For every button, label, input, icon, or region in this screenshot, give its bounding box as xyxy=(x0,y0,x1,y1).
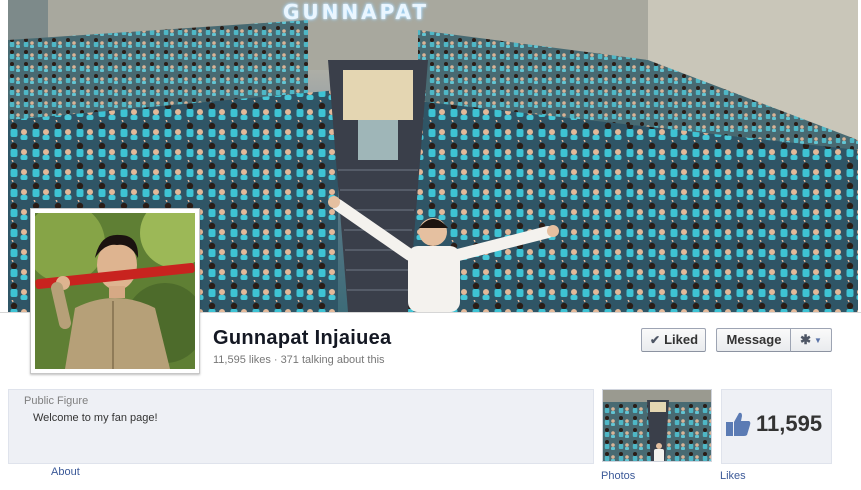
likes-tile-count: 11,595 xyxy=(756,411,823,436)
page-info-box xyxy=(8,389,594,464)
gear-icon: ✱ xyxy=(800,332,811,347)
page-title: Gunnapat Injaiuea xyxy=(213,327,392,349)
cover-sign-text: GUNNAPAT xyxy=(283,0,430,24)
page-stats: 11,595 likes · 371 talking about this xyxy=(213,354,385,366)
liked-button-label: Liked xyxy=(664,332,699,347)
thumbs-up-icon xyxy=(726,412,751,436)
about-link[interactable]: About xyxy=(51,466,80,478)
settings-dropdown-button[interactable]: ✱ ▼ xyxy=(790,328,832,352)
likes-count-text: 11,595 likes xyxy=(213,354,271,366)
page-category: Public Figure xyxy=(24,395,89,407)
photos-thumbnail-illustration xyxy=(603,390,711,461)
check-icon: ✔ xyxy=(650,333,661,347)
message-button[interactable]: Message xyxy=(716,328,791,352)
page-description: Welcome to my fan page! xyxy=(33,412,158,424)
facebook-page: GUNNAPAT Gunnapat Injaiuea 11,595 likes … xyxy=(0,0,861,490)
talking-about-text: 371 talking about this xyxy=(280,354,385,366)
profile-photo-illustration xyxy=(35,213,195,369)
photos-thumbnail[interactable] xyxy=(602,389,712,462)
message-button-label: Message xyxy=(726,332,782,347)
profile-picture[interactable] xyxy=(30,208,200,374)
liked-button[interactable]: ✔ Liked xyxy=(641,328,706,352)
photos-link[interactable]: Photos xyxy=(601,470,635,482)
likes-link[interactable]: Likes xyxy=(720,470,746,482)
caret-down-icon: ▼ xyxy=(813,336,822,345)
stats-separator: · xyxy=(273,354,278,366)
